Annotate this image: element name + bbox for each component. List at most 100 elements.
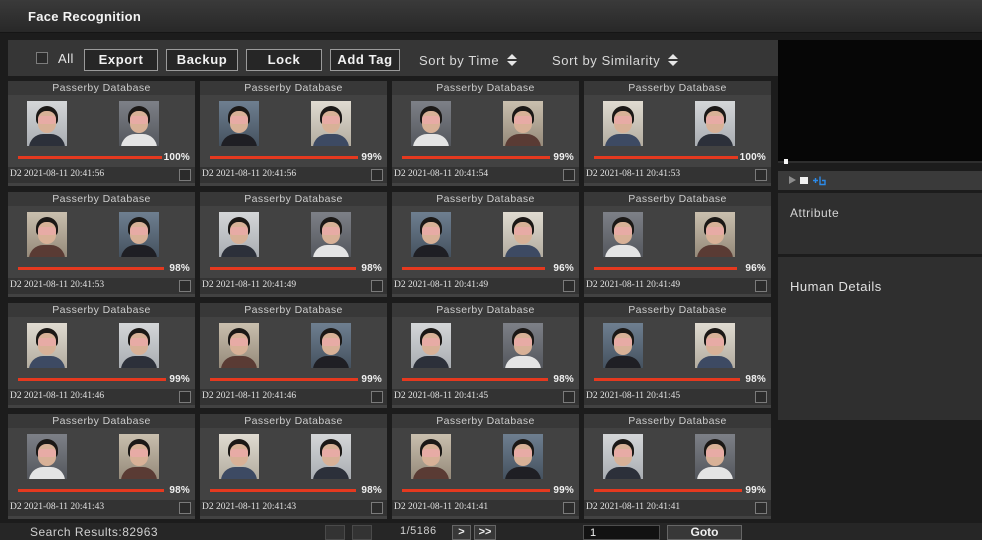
captured-face-image[interactable] xyxy=(219,434,259,479)
database-face-image[interactable] xyxy=(695,101,735,146)
database-face-image[interactable] xyxy=(503,323,543,368)
previous-page-button[interactable] xyxy=(352,525,372,540)
captured-face-image[interactable] xyxy=(603,212,643,257)
export-button[interactable]: Export xyxy=(84,49,158,71)
select-checkbox[interactable] xyxy=(563,280,575,292)
result-card[interactable]: Passerby Database 96% D2 2021-08-11 20:4… xyxy=(584,192,771,297)
select-checkbox[interactable] xyxy=(371,169,383,181)
sort-up-down-icon[interactable] xyxy=(507,54,518,66)
captured-face-image[interactable] xyxy=(603,101,643,146)
select-checkbox[interactable] xyxy=(563,391,575,403)
database-name: Passerby Database xyxy=(200,81,387,95)
database-face-image[interactable] xyxy=(695,212,735,257)
similarity-value: 98% xyxy=(553,373,574,385)
result-card[interactable]: Passerby Database 96% D2 2021-08-11 20:4… xyxy=(392,192,579,297)
play-icon[interactable] xyxy=(789,176,796,184)
captured-face-image[interactable] xyxy=(219,323,259,368)
sort-up-down-icon[interactable] xyxy=(668,54,679,66)
card-footer: D2 2021-08-11 20:41:53 xyxy=(8,278,195,294)
captured-face-image[interactable] xyxy=(411,101,451,146)
result-card[interactable]: Passerby Database 99% D2 2021-08-11 20:4… xyxy=(392,81,579,186)
captured-face-image[interactable] xyxy=(411,212,451,257)
database-face-image[interactable] xyxy=(503,101,543,146)
captured-face-image[interactable] xyxy=(603,434,643,479)
result-card[interactable]: Passerby Database 99% D2 2021-08-11 20:4… xyxy=(200,303,387,408)
database-face-image[interactable] xyxy=(119,212,159,257)
result-card[interactable]: Passerby Database 98% D2 2021-08-11 20:4… xyxy=(200,192,387,297)
first-page-button[interactable] xyxy=(325,525,345,540)
select-checkbox[interactable] xyxy=(755,391,767,403)
database-face-image[interactable] xyxy=(503,212,543,257)
last-page-button[interactable]: >> xyxy=(474,525,496,540)
select-checkbox[interactable] xyxy=(755,169,767,181)
timeline-position-marker[interactable] xyxy=(784,159,788,164)
database-face-image[interactable] xyxy=(695,323,735,368)
goto-button[interactable]: Goto xyxy=(667,525,742,540)
select-checkbox[interactable] xyxy=(179,391,191,403)
thumbnail-body xyxy=(313,245,349,257)
sort-by-time-button[interactable]: Sort by Time xyxy=(419,49,518,71)
select-checkbox[interactable] xyxy=(179,502,191,514)
result-card[interactable]: Passerby Database 98% D2 2021-08-11 20:4… xyxy=(8,192,195,297)
channel-time: D2 2021-08-11 20:41:43 xyxy=(10,502,105,512)
database-face-image[interactable] xyxy=(119,323,159,368)
similarity-value: 99% xyxy=(553,151,574,163)
similarity-value: 99% xyxy=(361,151,382,163)
database-face-image[interactable] xyxy=(311,434,351,479)
result-card[interactable]: Passerby Database 99% D2 2021-08-11 20:4… xyxy=(200,81,387,186)
captured-face-image[interactable] xyxy=(27,212,67,257)
backup-button[interactable]: Backup xyxy=(166,49,238,71)
select-checkbox[interactable] xyxy=(371,280,383,292)
result-card[interactable]: Passerby Database 99% D2 2021-08-11 20:4… xyxy=(392,414,579,519)
result-card[interactable]: Passerby Database 99% D2 2021-08-11 20:4… xyxy=(584,414,771,519)
select-checkbox[interactable] xyxy=(563,502,575,514)
select-checkbox[interactable] xyxy=(371,502,383,514)
database-face-image[interactable] xyxy=(311,212,351,257)
result-card[interactable]: Passerby Database 98% D2 2021-08-11 20:4… xyxy=(392,303,579,408)
select-checkbox[interactable] xyxy=(755,280,767,292)
stop-icon[interactable] xyxy=(800,177,808,184)
select-checkbox[interactable] xyxy=(179,280,191,292)
captured-face-image[interactable] xyxy=(27,101,67,146)
result-card[interactable]: Passerby Database 99% D2 2021-08-11 20:4… xyxy=(8,303,195,408)
database-face-image[interactable] xyxy=(311,323,351,368)
similarity-bar-fill xyxy=(210,377,358,381)
select-all[interactable]: All xyxy=(36,50,74,66)
result-card[interactable]: Passerby Database 98% D2 2021-08-11 20:4… xyxy=(8,414,195,519)
similarity-row: 96% xyxy=(594,262,766,274)
goto-page-input[interactable] xyxy=(583,525,660,540)
captured-face-image[interactable] xyxy=(27,323,67,368)
select-checkbox[interactable] xyxy=(371,391,383,403)
sort-by-similarity-button[interactable]: Sort by Similarity xyxy=(552,49,679,71)
result-card[interactable]: Passerby Database 98% D2 2021-08-11 20:4… xyxy=(200,414,387,519)
select-checkbox[interactable] xyxy=(563,169,575,181)
captured-face-image[interactable] xyxy=(219,212,259,257)
thumbnail-body xyxy=(413,134,449,146)
database-face-image[interactable] xyxy=(695,434,735,479)
card-footer: D2 2021-08-11 20:41:53 xyxy=(584,167,771,183)
captured-face-image[interactable] xyxy=(219,101,259,146)
card-footer: D2 2021-08-11 20:41:45 xyxy=(392,389,579,405)
database-face-image[interactable] xyxy=(119,101,159,146)
select-all-checkbox[interactable] xyxy=(36,52,48,64)
playback-timeline[interactable] xyxy=(778,159,982,164)
add-tag-button[interactable]: Add Tag xyxy=(330,49,400,71)
database-name: Passerby Database xyxy=(8,303,195,317)
captured-face-image[interactable] xyxy=(27,434,67,479)
captured-face-image[interactable] xyxy=(411,434,451,479)
captured-face-image[interactable] xyxy=(411,323,451,368)
thumbnail-body xyxy=(313,134,349,146)
result-card[interactable]: Passerby Database 100% D2 2021-08-11 20:… xyxy=(8,81,195,186)
next-page-button[interactable]: > xyxy=(452,525,471,540)
lock-button[interactable]: Lock xyxy=(246,49,322,71)
captured-face-image[interactable] xyxy=(603,323,643,368)
database-face-image[interactable] xyxy=(119,434,159,479)
database-face-image[interactable] xyxy=(503,434,543,479)
result-card[interactable]: Passerby Database 98% D2 2021-08-11 20:4… xyxy=(584,303,771,408)
select-checkbox[interactable] xyxy=(755,502,767,514)
thumbnail-privacy-blur xyxy=(230,227,248,235)
result-card[interactable]: Passerby Database 100% D2 2021-08-11 20:… xyxy=(584,81,771,186)
database-face-image[interactable] xyxy=(311,101,351,146)
clip-icon[interactable] xyxy=(812,175,826,186)
select-checkbox[interactable] xyxy=(179,169,191,181)
